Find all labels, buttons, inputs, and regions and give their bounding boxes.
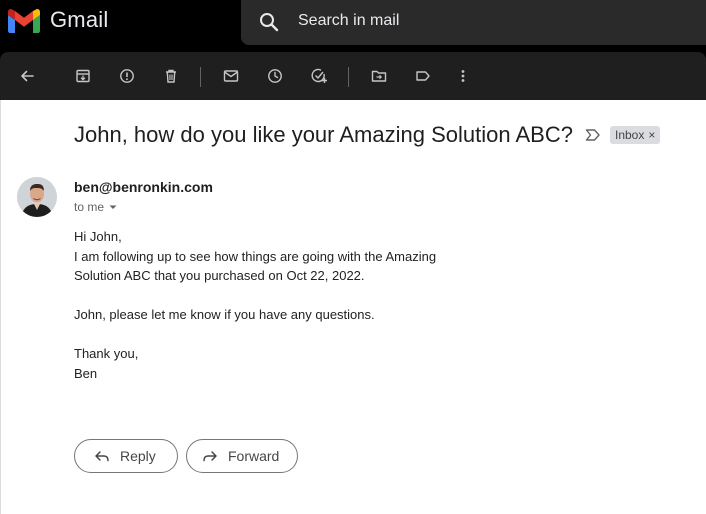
reply-icon xyxy=(95,451,109,462)
delete-icon[interactable] xyxy=(159,64,183,88)
avatar[interactable] xyxy=(17,177,57,217)
forward-button[interactable]: Forward xyxy=(186,439,298,473)
body-line: Thank you, xyxy=(74,346,139,361)
sender-email[interactable]: ben@benronkin.com xyxy=(74,179,213,195)
body-line: John, please let me know if you have any… xyxy=(74,307,375,322)
search-bar[interactable]: Search in mail xyxy=(241,0,706,45)
snooze-icon[interactable] xyxy=(263,64,287,88)
gmail-logo-icon[interactable] xyxy=(8,8,40,34)
message-toolbar xyxy=(0,52,706,100)
body-blank-line xyxy=(74,286,436,306)
body-line: Hi John, xyxy=(74,229,122,244)
body-line: I am following up to see how things are … xyxy=(74,248,437,264)
reply-button[interactable]: Reply xyxy=(74,439,178,473)
forward-label: Forward xyxy=(228,448,280,464)
move-to-icon[interactable] xyxy=(367,64,391,88)
search-icon[interactable] xyxy=(257,10,281,39)
app-name: Gmail xyxy=(50,7,109,32)
important-marker-icon[interactable] xyxy=(585,128,601,147)
add-to-tasks-icon[interactable] xyxy=(307,64,331,88)
top-bar: Gmail Search in mail xyxy=(0,0,706,52)
toolbar-divider xyxy=(200,67,201,87)
label-icon[interactable] xyxy=(411,64,435,88)
chevron-down-icon[interactable] xyxy=(108,202,118,212)
body-line: Solution ABC that you purchased on Oct 2… xyxy=(74,268,365,283)
email-subject: John, how do you like your Amazing Solut… xyxy=(74,122,573,147)
inbox-label-text: Inbox xyxy=(615,128,645,142)
reply-label: Reply xyxy=(120,448,156,464)
toolbar-divider xyxy=(348,67,349,87)
archive-icon[interactable] xyxy=(71,64,95,88)
report-spam-icon[interactable] xyxy=(115,64,139,88)
more-icon[interactable] xyxy=(451,64,475,88)
email-body: Hi John, I am following up to see how th… xyxy=(74,227,436,383)
recipient-details[interactable]: to me xyxy=(74,200,118,214)
forward-icon xyxy=(203,451,217,462)
recipient-text: to me xyxy=(74,200,105,214)
back-arrow-icon[interactable] xyxy=(15,64,39,88)
message-view: John, how do you like your Amazing Solut… xyxy=(0,100,706,514)
mark-unread-icon[interactable] xyxy=(219,64,243,88)
remove-label-icon[interactable]: × xyxy=(648,128,655,142)
inbox-label-badge: Inbox × xyxy=(610,126,661,144)
body-line: Ben xyxy=(74,365,98,381)
body-blank-line xyxy=(74,325,436,345)
search-input[interactable]: Search in mail xyxy=(298,12,399,30)
